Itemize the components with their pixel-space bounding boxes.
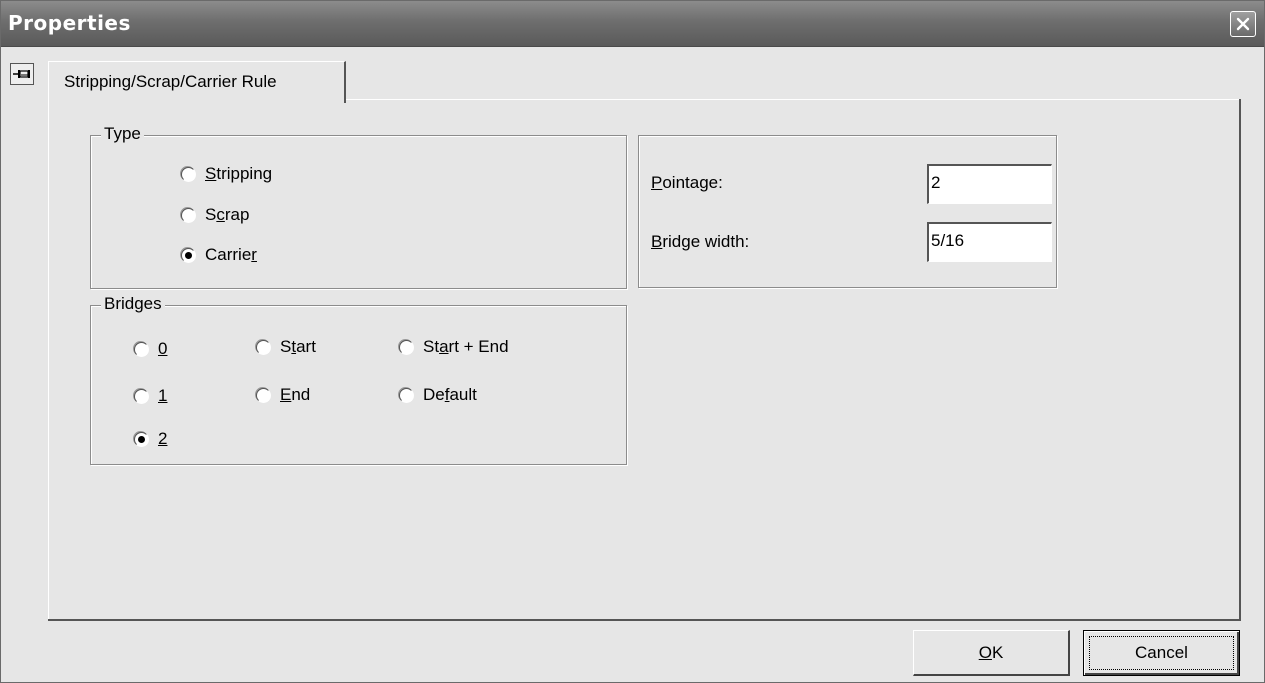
radio-bridges-0-indicator[interactable] [134,341,149,357]
radio-bridges-start-end-indicator[interactable] [399,339,414,355]
radio-carrier-indicator[interactable] [181,247,196,263]
tab-panel-left-edge [48,101,49,621]
cancel-button[interactable]: Cancel [1083,630,1240,676]
tab-panel-bottom-edge [48,619,1241,621]
radio-bridges-2-label: 2 [158,429,168,448]
bridges-group: Bridges 0 Start Start + End 1 End Defaul… [90,294,627,465]
bridge-width-label: Bridge width: [651,232,750,251]
radio-bridges-default-indicator[interactable] [399,387,414,403]
radio-bridges-0-label: 0 [158,339,168,358]
radio-bridges-start-end-label: Start + End [423,337,509,356]
bridge-width-input[interactable]: 5/16 [927,222,1052,262]
radio-bridges-start-end[interactable]: Start + End [399,336,509,358]
pin-button[interactable] [10,63,34,85]
radio-bridges-1-label: 1 [158,386,168,405]
type-group: Type Stripping Scrap Carrier [90,124,627,289]
radio-bridges-1[interactable]: 1 [134,385,167,407]
radio-stripping[interactable]: Stripping [181,163,272,185]
radio-bridges-start-label: Start [280,337,316,356]
radio-scrap-indicator[interactable] [181,207,196,223]
radio-stripping-indicator[interactable] [181,166,196,182]
radio-bridges-1-indicator[interactable] [134,388,149,404]
radio-bridges-end-indicator[interactable] [256,387,271,403]
bridges-group-legend: Bridges [101,294,165,314]
tab-label: Stripping/Scrap/Carrier Rule [64,72,277,91]
radio-bridges-2-indicator[interactable] [134,431,149,447]
radio-bridges-start[interactable]: Start [256,336,316,358]
close-icon [1236,17,1250,31]
radio-bridges-default-label: Default [423,385,477,404]
type-group-legend: Type [101,124,144,144]
radio-stripping-label: Stripping [205,164,273,183]
properties-window: Properties Stripping/Scrap/Carrier Rule … [0,0,1265,683]
title-bar[interactable]: Properties [1,1,1264,47]
ok-button-label: OK [978,642,1004,662]
tab-stripping-scrap-carrier-rule[interactable]: Stripping/Scrap/Carrier Rule [48,61,346,103]
radio-bridges-start-indicator[interactable] [256,339,271,355]
cancel-focus-rect [1089,636,1234,670]
radio-scrap-label: Scrap [205,205,250,224]
radio-bridges-default[interactable]: Default [399,384,477,406]
radio-scrap[interactable]: Scrap [181,204,249,226]
tab-panel-right-edge [1239,99,1241,621]
radio-bridges-0[interactable]: 0 [134,338,167,360]
radio-carrier[interactable]: Carrier [181,244,257,266]
pointage-input[interactable]: 2 [927,164,1052,204]
radio-bridges-end[interactable]: End [256,384,310,406]
pointage-label: Pointage: [651,173,723,192]
radio-bridges-end-label: End [280,385,311,404]
ok-button[interactable]: OK [913,630,1070,676]
close-button[interactable] [1230,11,1256,37]
radio-bridges-2[interactable]: 2 [134,428,167,450]
pin-icon [13,70,30,78]
window-title: Properties [8,11,131,35]
tab-panel-top-edge [346,99,1241,100]
dimensions-group: Pointage: 2 Bridge width: 5/16 [638,135,1057,288]
radio-carrier-label: Carrier [205,245,257,264]
